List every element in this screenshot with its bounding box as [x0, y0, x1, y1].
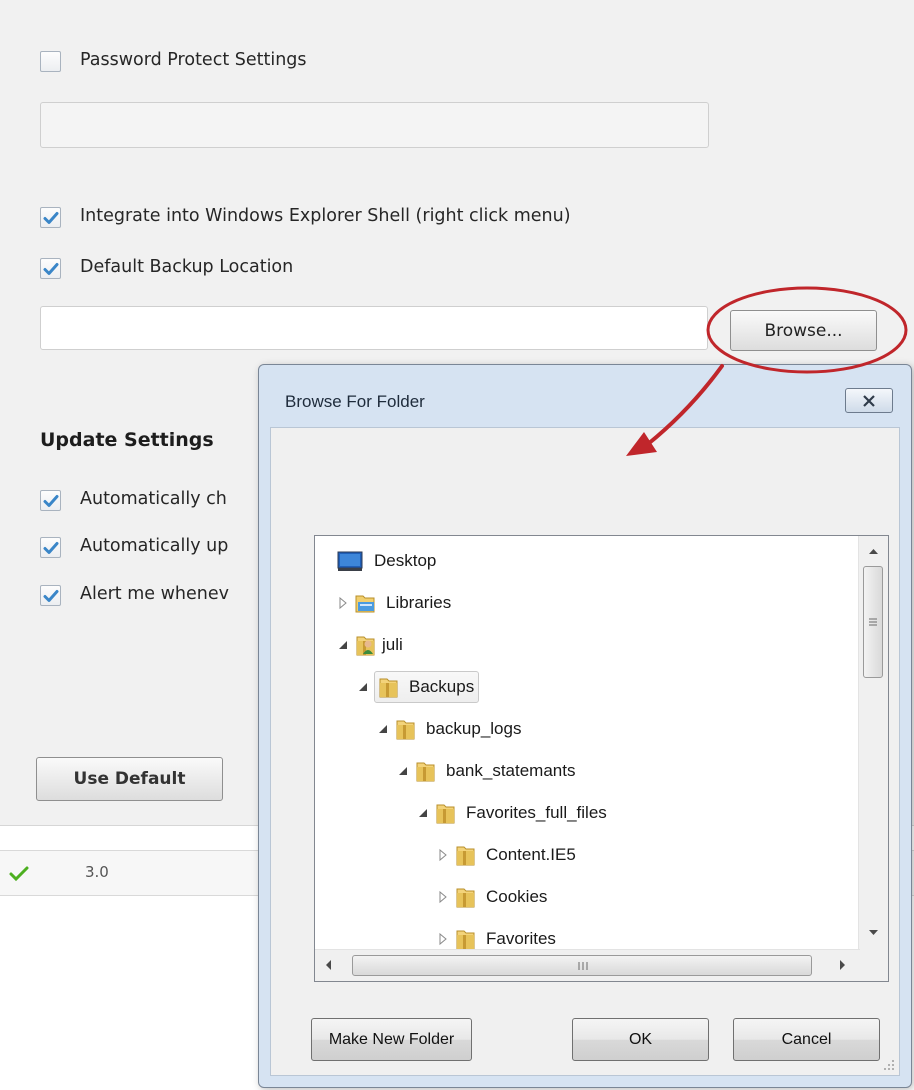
- folder-icon: [434, 801, 456, 825]
- version-label: 3.0: [85, 863, 109, 881]
- user-folder-icon: [354, 633, 376, 657]
- scroll-down-arrow-icon[interactable]: [859, 922, 888, 944]
- vertical-scroll-thumb[interactable]: [863, 566, 883, 678]
- dialog-body: Desktop Libraries juli Backups backup_lo…: [270, 427, 900, 1076]
- close-icon: [863, 394, 875, 407]
- default-backup-checkbox[interactable]: [40, 258, 61, 279]
- expand-arrow-icon[interactable]: [436, 890, 450, 904]
- tree-item-label: Desktop: [374, 551, 437, 570]
- tree-item-label: Favorites: [486, 929, 556, 948]
- expand-arrow-icon[interactable]: [336, 596, 350, 610]
- dialog-title: Browse For Folder: [285, 392, 425, 411]
- horizontal-scroll-thumb[interactable]: [352, 955, 812, 976]
- browse-folder-dialog: Browse For Folder Desktop Libraries juli…: [258, 364, 912, 1088]
- folder-icon: [377, 675, 399, 699]
- alert-label: Alert me whenev: [80, 584, 229, 604]
- folder-icon: [414, 759, 436, 783]
- tree-item-label: Backups: [409, 677, 475, 696]
- selection-highlight: Backups: [374, 671, 480, 703]
- tree-item-juli[interactable]: juli: [336, 627, 403, 663]
- tree-item-content-ie5[interactable]: Content.IE5: [436, 837, 576, 873]
- tree-item-backup-logs[interactable]: backup_logs: [376, 711, 521, 747]
- use-default-button[interactable]: Use Default: [36, 757, 223, 801]
- status-check-icon: [9, 866, 29, 882]
- tree-item-label: juli: [382, 635, 403, 654]
- tree-item-label: Libraries: [386, 593, 452, 612]
- collapse-arrow-icon[interactable]: [356, 680, 370, 694]
- tree-item-label: Cookies: [486, 887, 548, 906]
- tree-item-cookies[interactable]: Cookies: [436, 879, 547, 915]
- tree-item-desktop[interactable]: Desktop: [336, 543, 436, 579]
- ok-button[interactable]: OK: [572, 1018, 709, 1061]
- browse-button[interactable]: Browse...: [730, 310, 877, 351]
- default-backup-label: Default Backup Location: [80, 257, 294, 277]
- alert-checkbox[interactable]: [40, 585, 61, 606]
- tree-item-favorites-full-files[interactable]: Favorites_full_files: [416, 795, 607, 831]
- scroll-up-arrow-icon[interactable]: [859, 540, 888, 562]
- auto-check-label: Automatically ch: [80, 489, 227, 509]
- password-protect-label: Password Protect Settings: [80, 50, 307, 70]
- tree-item-bank-statemants[interactable]: bank_statemants: [396, 753, 575, 789]
- libraries-icon: [355, 595, 375, 613]
- resize-grip-icon[interactable]: [882, 1058, 896, 1072]
- integrate-shell-label: Integrate into Windows Explorer Shell (r…: [80, 206, 571, 226]
- tree-item-label: backup_logs: [426, 719, 522, 738]
- collapse-arrow-icon[interactable]: [336, 638, 350, 652]
- collapse-arrow-icon[interactable]: [416, 806, 430, 820]
- tree-item-label: bank_statemants: [446, 761, 576, 780]
- password-protect-checkbox[interactable]: [40, 51, 61, 72]
- scroll-right-arrow-icon[interactable]: [830, 950, 854, 980]
- folder-icon: [454, 927, 476, 951]
- horizontal-scrollbar[interactable]: [315, 949, 860, 981]
- integrate-shell-checkbox[interactable]: [40, 207, 61, 228]
- desktop-icon: [337, 551, 363, 571]
- grip-icon: [578, 962, 588, 970]
- folder-icon: [454, 885, 476, 909]
- dialog-close-button[interactable]: [845, 388, 893, 413]
- tree-item-label: Favorites_full_files: [466, 803, 607, 822]
- expand-arrow-icon[interactable]: [436, 932, 450, 946]
- cancel-button[interactable]: Cancel: [733, 1018, 880, 1061]
- grip-icon: [869, 618, 877, 626]
- tree-item-label: Content.IE5: [486, 845, 576, 864]
- password-field[interactable]: [40, 102, 709, 148]
- vertical-scrollbar[interactable]: [858, 536, 888, 950]
- auto-update-label: Automatically up: [80, 536, 229, 556]
- folder-icon: [454, 843, 476, 867]
- update-settings-heading: Update Settings: [40, 429, 214, 451]
- folder-tree[interactable]: Desktop Libraries juli Backups backup_lo…: [314, 535, 889, 982]
- tree-item-libraries[interactable]: Libraries: [336, 585, 451, 621]
- collapse-arrow-icon[interactable]: [376, 722, 390, 736]
- auto-update-checkbox[interactable]: [40, 537, 61, 558]
- auto-check-checkbox[interactable]: [40, 490, 61, 511]
- scroll-corner: [859, 950, 888, 981]
- backup-location-field[interactable]: [40, 306, 708, 350]
- tree-item-backups[interactable]: Backups: [356, 669, 480, 705]
- make-new-folder-button[interactable]: Make New Folder: [311, 1018, 472, 1061]
- scroll-left-arrow-icon[interactable]: [317, 950, 341, 980]
- collapse-arrow-icon[interactable]: [396, 764, 410, 778]
- folder-icon: [394, 717, 416, 741]
- expand-arrow-icon[interactable]: [436, 848, 450, 862]
